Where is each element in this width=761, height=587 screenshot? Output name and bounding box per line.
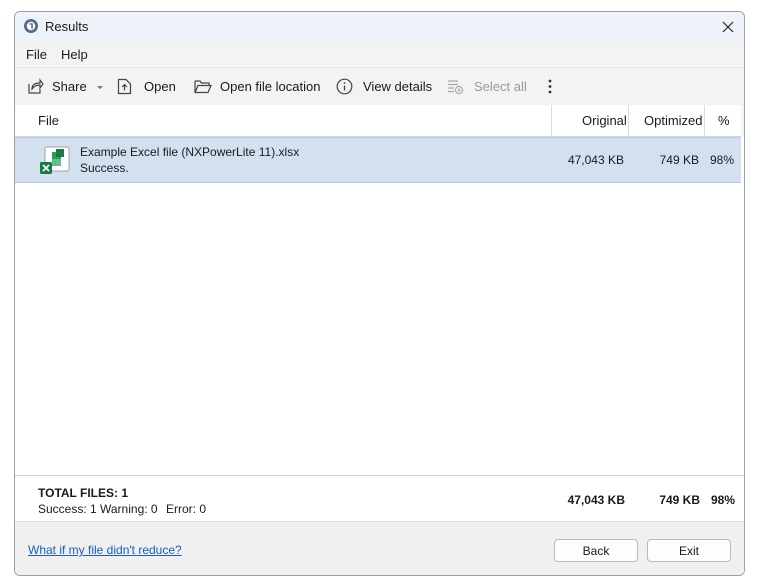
file-name: Example Excel file (NXPowerLite 11).xlsx xyxy=(80,145,300,159)
share-button[interactable]: Share xyxy=(27,68,104,105)
folder-icon xyxy=(194,80,212,94)
total-optimized: 749 KB xyxy=(659,493,700,507)
total-original: 47,043 KB xyxy=(567,493,625,507)
open-file-location-label: Open file location xyxy=(220,79,321,94)
column-header-optimized[interactable]: Optimized xyxy=(644,105,703,136)
help-link[interactable]: What if my file didn't reduce? xyxy=(28,543,182,557)
column-header-file[interactable]: File xyxy=(38,105,59,136)
table-row[interactable]: Example Excel file (NXPowerLite 11).xlsx… xyxy=(15,137,741,183)
select-all-icon xyxy=(448,80,464,95)
menu-help[interactable]: Help xyxy=(61,47,88,62)
exit-button[interactable]: Exit xyxy=(647,539,731,562)
title-bar: Results xyxy=(15,12,744,42)
reduction-percent: 98% xyxy=(709,153,734,167)
column-header-original[interactable]: Original xyxy=(582,105,627,136)
more-vertical-icon xyxy=(548,79,552,94)
share-icon xyxy=(28,78,44,94)
file-list: Example Excel file (NXPowerLite 11).xlsx… xyxy=(15,137,744,475)
file-status: Success. xyxy=(80,161,129,175)
open-file-location-button[interactable]: Open file location xyxy=(194,68,320,105)
total-files: TOTAL FILES: 1 xyxy=(38,486,129,500)
error-count: Error: 0 xyxy=(166,502,207,516)
select-all-button[interactable]: Select all xyxy=(446,68,527,105)
chevron-down-icon xyxy=(96,85,103,89)
toolbar: Share Open Open file location View detai… xyxy=(15,67,744,106)
optimized-size: 749 KB xyxy=(659,153,699,167)
column-divider[interactable] xyxy=(551,105,552,136)
open-label: Open xyxy=(144,79,176,94)
view-details-button[interactable]: View details xyxy=(336,68,432,105)
open-file-icon xyxy=(117,78,132,95)
app-logo-icon xyxy=(24,19,38,33)
menu-bar: File Help xyxy=(15,42,744,66)
original-size: 47,043 KB xyxy=(567,153,624,167)
excel-file-icon xyxy=(40,146,70,174)
totals-panel: TOTAL FILES: 1 Success: 1 Warning: 0 Err… xyxy=(15,475,744,522)
window-title: Results xyxy=(45,19,89,34)
results-window: Results File Help Share Open Open file l… xyxy=(14,11,745,576)
footer: What if my file didn't reduce? Back Exit xyxy=(15,521,744,575)
close-button[interactable] xyxy=(712,12,744,42)
table-header: File Original Optimized % xyxy=(15,105,742,137)
total-percent: 98% xyxy=(710,493,735,507)
open-button[interactable]: Open xyxy=(117,68,176,105)
share-label: Share xyxy=(52,79,87,94)
back-button[interactable]: Back xyxy=(554,539,638,562)
column-header-percent[interactable]: % xyxy=(718,105,730,136)
column-divider[interactable] xyxy=(704,105,705,136)
more-options-button[interactable] xyxy=(543,68,557,105)
info-icon xyxy=(336,78,353,95)
view-details-label: View details xyxy=(363,79,433,94)
warning-count: Warning: 0 xyxy=(100,502,158,516)
menu-file[interactable]: File xyxy=(26,47,47,62)
select-all-label: Select all xyxy=(474,79,527,94)
column-divider[interactable] xyxy=(628,105,629,136)
close-icon xyxy=(722,21,734,33)
success-count: Success: 1 xyxy=(38,502,97,516)
